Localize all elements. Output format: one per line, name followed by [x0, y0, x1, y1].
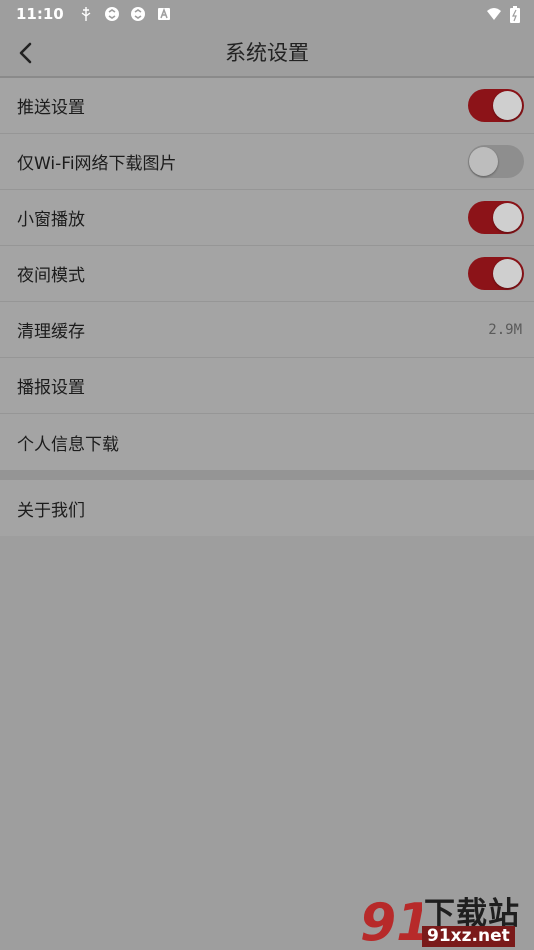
setting-label: 推送设置: [17, 98, 85, 118]
toggle-knob: [493, 91, 522, 120]
usb-debug-icon: [81, 7, 91, 21]
sync-icon: [130, 7, 145, 21]
android-icon: [157, 7, 170, 20]
setting-label: 夜间模式: [17, 266, 85, 286]
mini-player-toggle[interactable]: [468, 201, 524, 234]
wifi-only-toggle[interactable]: [468, 145, 524, 178]
setting-clear-cache[interactable]: 清理缓存 2.9M: [0, 302, 534, 358]
setting-night-mode[interactable]: 夜间模式: [0, 246, 534, 302]
chevron-left-icon: [19, 42, 32, 64]
wifi-icon: [487, 8, 501, 20]
toggle-knob: [493, 203, 522, 232]
setting-label: 播报设置: [17, 378, 85, 398]
status-time: 11:10: [16, 5, 64, 23]
setting-broadcast[interactable]: 播报设置: [0, 358, 534, 414]
setting-personal-info-download[interactable]: 个人信息下载: [0, 414, 534, 470]
setting-mini-player[interactable]: 小窗播放: [0, 190, 534, 246]
sync-icon: [104, 7, 119, 21]
watermark: 91 下载站 91xz.net: [358, 888, 530, 948]
status-icons-left: [78, 6, 172, 22]
setting-label: 小窗播放: [17, 210, 85, 230]
setting-wifi-only-images[interactable]: 仅Wi-Fi网络下载图片: [0, 134, 534, 190]
back-button[interactable]: [10, 38, 40, 68]
setting-about-us[interactable]: 关于我们: [0, 480, 534, 536]
watermark-logo: 91: [360, 893, 422, 948]
status-icons-right: [486, 5, 520, 23]
setting-label: 个人信息下载: [17, 434, 119, 455]
setting-label: 关于我们: [17, 500, 85, 521]
setting-label: 仅Wi-Fi网络下载图片: [17, 154, 177, 174]
night-mode-toggle[interactable]: [468, 257, 524, 290]
setting-label: 清理缓存: [17, 322, 85, 342]
section-divider: [0, 470, 534, 480]
cache-size-value: 2.9M: [488, 321, 522, 338]
header-bar: 系统设置: [0, 28, 534, 78]
about-group: 关于我们: [0, 480, 534, 536]
watermark-logo-text: 91: [360, 893, 422, 948]
push-toggle[interactable]: [468, 89, 524, 122]
toggle-knob: [493, 259, 522, 288]
setting-push[interactable]: 推送设置: [0, 78, 534, 134]
toggle-knob: [469, 147, 498, 176]
watermark-url: 91xz.net: [422, 926, 515, 947]
settings-list: 推送设置 仅Wi-Fi网络下载图片 小窗播放 夜间模式 清理缓存 2.9M 播报…: [0, 78, 534, 470]
page-title: 系统设置: [225, 41, 309, 65]
battery-icon: [510, 5, 520, 23]
status-bar: 11:10: [0, 0, 534, 28]
